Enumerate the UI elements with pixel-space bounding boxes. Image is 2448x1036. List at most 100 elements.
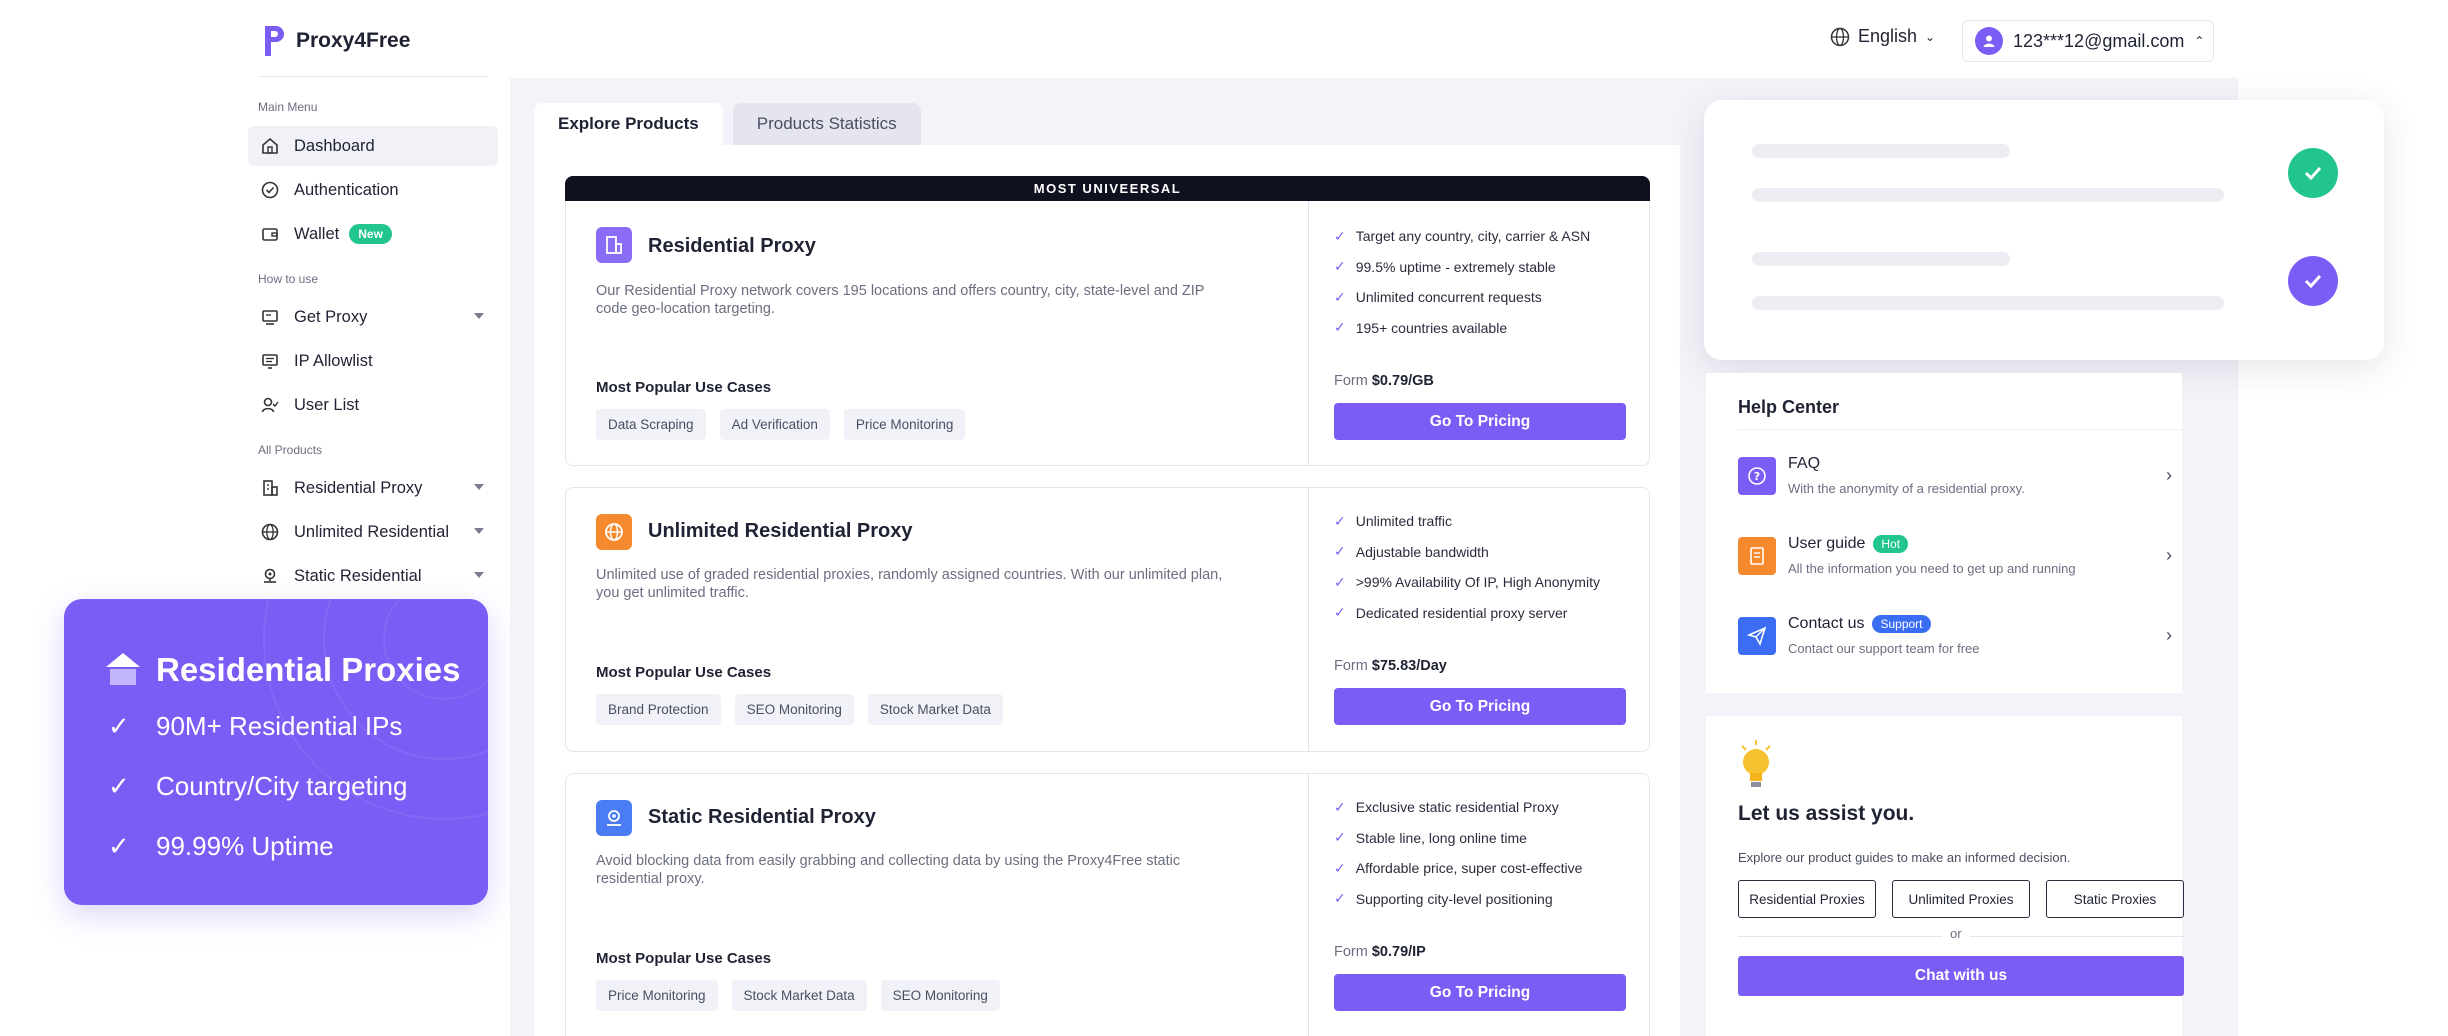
sidebar-item-label: User List xyxy=(294,395,360,414)
sidebar-item-residential-proxy[interactable]: Residential Proxy xyxy=(248,468,498,508)
send-icon xyxy=(1738,617,1776,655)
language-selector[interactable]: English ⌄ xyxy=(1830,26,1935,47)
feature-item: ✓ >99% Availability Of IP, High Anonymity xyxy=(1334,567,1600,598)
most-universal-banner: MOST UNIVEERSAL xyxy=(565,176,1650,201)
use-case-chip: Stock Market Data xyxy=(867,694,1003,725)
chevron-right-icon: › xyxy=(2166,465,2172,485)
price-value: $0.79/IP xyxy=(1371,944,1426,960)
help-item-title: FAQ xyxy=(1788,455,1820,473)
product-description: Our Residential Proxy network covers 195… xyxy=(596,283,1205,317)
static-proxies-button[interactable]: Static Proxies xyxy=(2046,880,2184,918)
building-icon xyxy=(260,478,280,498)
feature-text: Unlimited concurrent requests xyxy=(1355,289,1542,306)
tab-explore-products[interactable]: Explore Products xyxy=(534,103,723,145)
check-icon: ✓ xyxy=(1334,319,1346,336)
assist-card: Let us assist you. Explore our product g… xyxy=(1706,716,2184,1036)
price-value: $75.83/Day xyxy=(1371,658,1447,674)
use-case-chip: SEO Monitoring xyxy=(880,980,1000,1011)
use-case-chips: Price Monitoring Stock Market Data SEO M… xyxy=(596,980,1000,1011)
skeleton-line xyxy=(1752,252,2010,266)
sidebar-item-ip-allowlist[interactable]: IP Allowlist xyxy=(248,341,498,381)
feature-text: 99.5% uptime - extremely stable xyxy=(1355,258,1556,275)
feature-text: Target any country, city, carrier & ASN xyxy=(1355,228,1591,245)
sidebar-item-authentication[interactable]: Authentication xyxy=(248,170,498,210)
sidebar-divider xyxy=(258,76,488,77)
feature-list: ✓ Unlimited traffic ✓ Adjustable bandwidth… xyxy=(1334,506,1600,628)
feature-item: ✓ Stable line, long online time xyxy=(1334,823,1582,854)
go-to-pricing-button[interactable]: Go To Pricing xyxy=(1334,688,1626,725)
help-item-title-text: Contact us xyxy=(1788,615,1865,632)
chevron-down-icon[interactable] xyxy=(474,572,484,578)
or-label: or xyxy=(1942,926,1970,941)
help-item-faq[interactable]: ? FAQ With the anonymity of a residentia… xyxy=(1738,449,2184,509)
sidebar-item-label: Wallet xyxy=(294,224,340,243)
use-case-chip: Data Scraping xyxy=(596,409,706,440)
chevron-down-icon[interactable] xyxy=(474,528,484,534)
residential-proxies-button[interactable]: Residential Proxies xyxy=(1738,880,1876,918)
assist-buttons: Residential Proxies Unlimited Proxies St… xyxy=(1738,880,2184,918)
sidebar-item-dashboard[interactable]: Dashboard xyxy=(248,126,498,166)
user-menu[interactable]: 123***12@gmail.com ⌃ xyxy=(1962,20,2214,62)
app-root: Proxy4Free Main Menu Dashboard Authentic… xyxy=(0,0,2448,1036)
globe-icon xyxy=(596,514,632,550)
promo-point: Country/City targeting xyxy=(156,771,408,801)
tab-products-statistics[interactable]: Products Statistics xyxy=(732,103,921,145)
use-case-chip: Price Monitoring xyxy=(596,980,718,1011)
sidebar-item-user-list[interactable]: User List xyxy=(248,385,498,425)
brand-name: Proxy4Free xyxy=(296,29,411,52)
chevron-down-icon[interactable] xyxy=(474,484,484,490)
promo-point: 90M+ Residential IPs xyxy=(156,711,403,741)
feature-list: ✓ Target any country, city, carrier & ASN… xyxy=(1334,221,1590,343)
feature-item: ✓ Target any country, city, carrier & ASN xyxy=(1334,221,1590,252)
help-item-title: Contact us Support xyxy=(1788,615,1931,633)
wallet-icon xyxy=(260,224,280,244)
book-icon xyxy=(1738,537,1776,575)
product-price: Form $0.79/IP xyxy=(1334,944,1426,960)
check-icon: ✓ xyxy=(1334,227,1346,244)
help-item-title-text: FAQ xyxy=(1788,455,1821,472)
use-case-chips: Brand Protection SEO Monitoring Stock Ma… xyxy=(596,694,1003,725)
support-badge: Support xyxy=(1872,615,1931,633)
check-icon: ✓ xyxy=(1334,288,1346,305)
sidebar-item-unlimited-residential[interactable]: Unlimited Residential xyxy=(248,512,498,552)
chevron-down-icon[interactable] xyxy=(474,313,484,319)
help-item-subtitle: Contact our support team for free xyxy=(1788,641,1980,656)
check-circle-icon xyxy=(2288,148,2338,198)
help-item-subtitle: All the information you need to get up a… xyxy=(1788,561,2076,576)
chat-with-us-button[interactable]: Chat with us xyxy=(1738,956,2184,996)
use-cases-label: Most Popular Use Cases xyxy=(596,664,772,681)
product-description: Unlimited use of graded residential prox… xyxy=(596,567,1223,601)
go-to-pricing-button[interactable]: Go To Pricing xyxy=(1334,403,1626,440)
skeleton-line xyxy=(1752,188,2224,202)
svg-text:?: ? xyxy=(1754,470,1760,483)
logo[interactable]: Proxy4Free xyxy=(262,24,410,58)
logo-icon xyxy=(265,26,284,56)
card-divider xyxy=(1308,774,1309,1036)
unlimited-proxies-button[interactable]: Unlimited Proxies xyxy=(1892,880,2030,918)
hot-badge: Hot xyxy=(1873,535,1909,553)
chevron-right-icon: › xyxy=(2166,625,2172,645)
sidebar-item-get-proxy[interactable]: Get Proxy xyxy=(248,297,498,337)
help-item-user-guide[interactable]: User guide Hot All the information you ne… xyxy=(1738,529,2184,589)
sidebar-item-label: Unlimited Residential xyxy=(294,522,449,541)
use-case-chips: Data Scraping Ad Verification Price Moni… xyxy=(596,409,966,440)
use-cases-label: Most Popular Use Cases xyxy=(596,950,772,967)
building-icon xyxy=(596,227,632,263)
go-to-pricing-button[interactable]: Go To Pricing xyxy=(1334,974,1626,1011)
promo-point: 99.99% Uptime xyxy=(156,831,334,861)
chevron-right-icon: › xyxy=(2166,545,2172,565)
sidebar-item-wallet[interactable]: Wallet New xyxy=(248,214,498,254)
feature-text: Supporting city-level positioning xyxy=(1355,890,1553,907)
badge-check-icon xyxy=(260,180,280,200)
feature-text: Affordable price, super cost-effective xyxy=(1355,860,1583,877)
feature-item: ✓ Exclusive static residential Proxy xyxy=(1334,792,1582,823)
help-item-contact-us[interactable]: Contact us Support Contact our support te… xyxy=(1738,609,2184,669)
sidebar-item-static-residential[interactable]: Static Residential xyxy=(248,556,498,596)
card-divider xyxy=(1308,488,1309,751)
sidebar-item-label: Authentication xyxy=(294,180,399,199)
feature-item: ✓ Adjustable bandwidth xyxy=(1334,537,1600,568)
product-price: Form $0.79/GB xyxy=(1334,373,1434,389)
card-divider xyxy=(1308,177,1309,465)
feature-item: ✓ Unlimited concurrent requests xyxy=(1334,282,1590,313)
check-icon: ✓ xyxy=(108,831,130,861)
